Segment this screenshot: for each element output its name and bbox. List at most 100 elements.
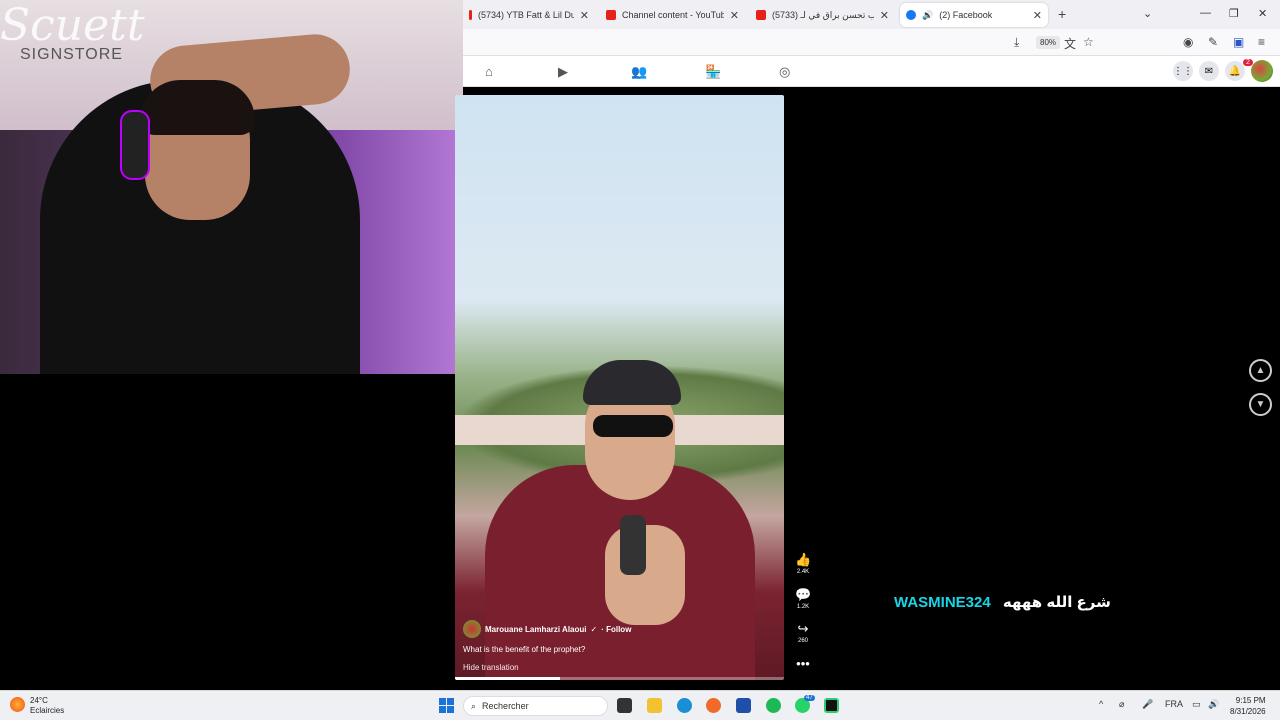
reel-video[interactable]: Marouane Lamharzi Alaoui ✓ · Follow What… — [455, 95, 784, 680]
comment-count: 1.2K — [796, 604, 810, 610]
share-icon: ↪ — [797, 621, 809, 636]
next-reel-button[interactable]: ▼ — [1249, 393, 1272, 416]
reel-info: Marouane Lamharzi Alaoui ✓ · Follow What… — [463, 620, 713, 672]
profile-avatar[interactable] — [1251, 60, 1273, 82]
file-explorer-icon[interactable] — [647, 698, 662, 713]
like-icon: 👍 — [795, 552, 812, 567]
weather-sun-icon[interactable] — [10, 697, 25, 712]
edge-icon[interactable] — [677, 698, 692, 713]
webcam-overlay: Scuett SIGNSTORE — [0, 0, 463, 374]
taskbar-clock[interactable]: 9:15 PM 8/31/2026 — [1230, 695, 1266, 717]
whatsapp-badge: 47 — [804, 695, 815, 701]
friends-icon[interactable]: 👥 — [631, 64, 647, 80]
windows-taskbar: 24°C Eclaircies ⌕ Rechercher 47 ^ ⌀ 🎤 FR… — [0, 690, 1280, 720]
menu-icon[interactable]: ≡ — [1258, 35, 1265, 49]
video-speaker-cap — [583, 360, 681, 405]
facebook-icon — [906, 10, 916, 20]
author-avatar[interactable] — [463, 620, 481, 638]
follow-link[interactable]: · Follow — [601, 625, 631, 634]
like-count: 2.4K — [796, 569, 810, 575]
spotify-icon[interactable] — [766, 698, 781, 713]
tab-arabic-video[interactable]: (5733) صواب تحسن براق في لـ ✕ — [750, 3, 895, 27]
close-icon[interactable]: ✕ — [880, 9, 889, 22]
share-count: 260 — [797, 638, 808, 644]
obs-icon[interactable] — [824, 698, 839, 713]
volume-icon[interactable]: 🔊 — [1208, 699, 1219, 710]
tab-list-icon[interactable]: ⌄ — [1143, 7, 1152, 20]
previous-reel-button[interactable]: ▲ — [1249, 359, 1272, 382]
zoom-level[interactable]: 80% — [1036, 36, 1061, 49]
youtube-icon — [606, 10, 616, 20]
headset — [120, 110, 150, 180]
account-icon[interactable]: ◉ — [1183, 35, 1193, 49]
restore-icon[interactable]: ❐ — [1229, 7, 1239, 20]
search-placeholder: Rechercher — [482, 701, 529, 711]
tab-title: (5734) YTB Fatt & Lil Durk - Cor — [478, 10, 574, 20]
extensions-icon[interactable]: ✎ — [1208, 35, 1218, 49]
neon-sign: Scuett — [0, 0, 145, 51]
tab-ytb-fatt[interactable]: (5734) YTB Fatt & Lil Durk - Cor ✕ — [463, 3, 595, 27]
author-name[interactable]: Marouane Lamharzi Alaoui — [485, 625, 587, 634]
taskbar-search[interactable]: ⌕ Rechercher — [463, 696, 608, 716]
search-icon: ⌕ — [471, 700, 477, 711]
youtube-icon — [756, 10, 766, 20]
hide-translation-link[interactable]: Hide translation — [463, 663, 713, 672]
facebook-top-bar: ⌂ ▶ 👥 🏪 ◎ ⋮⋮ ✉ 🔔 2 — [463, 56, 1280, 87]
marketplace-icon[interactable]: 🏪 — [705, 64, 721, 80]
tab-facebook[interactable]: 🔊 (2) Facebook ✕ — [900, 3, 1048, 27]
weather-widget[interactable]: 24°C Eclaircies — [30, 696, 64, 716]
task-view-icon[interactable] — [617, 698, 632, 713]
neon-sign-sub: SIGNSTORE — [20, 46, 123, 63]
translate-icon[interactable]: 文 — [1064, 35, 1076, 52]
apps-grid-icon[interactable]: ⋮⋮ — [1173, 61, 1193, 81]
reels-icon[interactable]: ▶ — [558, 64, 568, 80]
stream-chat-overlay: WASMINE324 شرع الله هههه — [894, 593, 1111, 611]
tray-chevron-up-icon[interactable]: ^ — [1099, 699, 1103, 709]
streamer-hair — [140, 80, 255, 135]
like-button[interactable]: 👍 2.4K — [795, 552, 812, 576]
youtube-icon — [469, 10, 472, 20]
minimize-icon[interactable]: — — [1200, 7, 1211, 19]
more-options-button[interactable]: ••• — [795, 657, 811, 671]
groups-icon[interactable]: ◎ — [779, 64, 790, 80]
tab-title: Channel content - YouTube Stu — [622, 10, 724, 20]
microphone-icon[interactable]: 🎤 — [1142, 699, 1153, 710]
home-icon[interactable]: ⌂ — [485, 64, 493, 79]
video-progress-bar[interactable] — [455, 677, 784, 680]
bookmark-star-icon[interactable]: ☆ — [1083, 35, 1094, 49]
close-icon[interactable]: ✕ — [580, 9, 589, 22]
input-language[interactable]: FRA — [1165, 699, 1183, 709]
tab-channel-content[interactable]: Channel content - YouTube Stu ✕ — [600, 3, 745, 27]
new-tab-icon[interactable]: + — [1058, 6, 1066, 22]
temperature: 24°C — [30, 696, 48, 705]
tab-title: (2) Facebook — [939, 10, 993, 20]
video-microphone — [620, 515, 646, 575]
speaker-icon[interactable]: 🔊 — [922, 10, 933, 21]
clock-date: 8/31/2026 — [1230, 707, 1266, 716]
download-icon[interactable]: ⤓ — [1014, 35, 1019, 50]
clock-time: 9:15 PM — [1235, 696, 1266, 705]
windows-start-icon[interactable] — [439, 698, 454, 713]
network-off-icon[interactable]: ⌀ — [1119, 699, 1124, 710]
reel-description: What is the benefit of the prophet? — [463, 645, 586, 654]
verified-icon: ✓ — [590, 624, 598, 634]
display-icon[interactable]: ▭ — [1192, 699, 1201, 710]
video-speaker-glasses — [593, 415, 673, 437]
close-icon[interactable]: ✕ — [1033, 9, 1042, 22]
messenger-icon[interactable]: ✉ — [1199, 61, 1219, 81]
more-icon: ••• — [796, 656, 810, 671]
firefox-icon[interactable] — [706, 698, 721, 713]
share-button[interactable]: ↪ 260 — [795, 621, 811, 645]
notifications-bell-icon[interactable]: 🔔 — [1225, 61, 1245, 81]
video-progress-fill — [455, 677, 561, 680]
chat-message: شرع الله هههه — [1002, 594, 1111, 611]
comment-icon: 💬 — [795, 587, 812, 602]
window-close-icon[interactable]: ✕ — [1258, 7, 1267, 20]
comment-button[interactable]: 💬 1.2K — [795, 587, 812, 611]
tab-title: (5733) صواب تحسن براق في لـ — [772, 9, 874, 20]
store-icon[interactable] — [736, 698, 751, 713]
chevron-down-icon: ▼ — [1255, 399, 1266, 410]
reel-author-row: Marouane Lamharzi Alaoui ✓ · Follow — [463, 620, 713, 638]
translate-ext-icon[interactable]: ▣ — [1233, 35, 1244, 49]
close-icon[interactable]: ✕ — [730, 9, 739, 22]
